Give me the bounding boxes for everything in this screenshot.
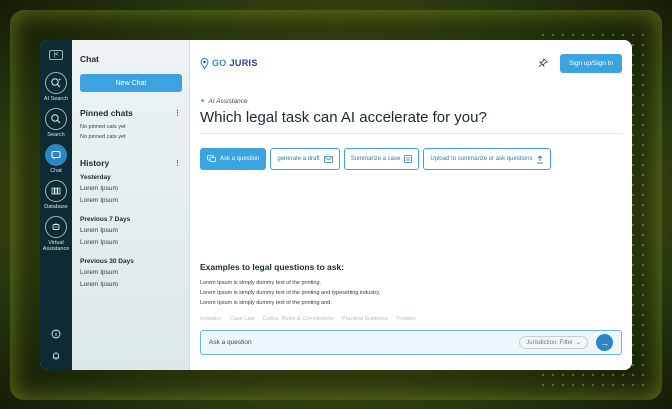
rail-label: Chat bbox=[50, 168, 62, 174]
rail-item-database[interactable]: Database bbox=[44, 180, 68, 210]
rail-label: Search bbox=[47, 132, 65, 138]
history-item[interactable]: Lorem Ipsum bbox=[80, 239, 181, 246]
history-item[interactable]: Lorem Ipsum bbox=[80, 281, 181, 288]
rail-label: Database bbox=[44, 204, 68, 210]
history-group-label: Previous 7 Days bbox=[80, 216, 131, 223]
page-title: Which legal task can AI accelerate for y… bbox=[200, 109, 487, 126]
rail-bottom bbox=[50, 328, 62, 362]
history-item[interactable]: Lorem Ipsum bbox=[80, 185, 181, 192]
pinned-title: Pinned chats bbox=[80, 108, 133, 118]
rail-item-ai-search[interactable]: ✦ AI Search bbox=[44, 72, 68, 102]
info-icon[interactable] bbox=[50, 328, 62, 340]
task-label: generate a draft bbox=[277, 156, 320, 162]
pin-icon[interactable] bbox=[538, 58, 548, 70]
example-question[interactable]: Lorem Ipsum is simply dummy text of the … bbox=[200, 290, 380, 296]
collapse-toggle-icon[interactable]: |< bbox=[49, 50, 63, 60]
signup-signin-button[interactable]: Sign up/Sign In bbox=[560, 54, 622, 73]
example-question[interactable]: Lorem Ipsum is simply dummy text of the … bbox=[200, 280, 380, 286]
rail-item-chat[interactable]: Chat bbox=[45, 144, 67, 174]
pinned-header: Pinned chats ⋮ bbox=[80, 108, 181, 118]
example-question[interactable]: Lorem Ipsum is simply dummy text of the … bbox=[200, 300, 380, 306]
ai-search-icon: ✦ bbox=[45, 72, 67, 94]
history-header: History ⋮ bbox=[80, 158, 181, 168]
search-icon bbox=[45, 108, 67, 130]
includes-item: Case Law bbox=[230, 316, 255, 322]
ai-assistance-tag: ✦ AI Assistance bbox=[200, 97, 248, 106]
jurisdiction-filter-dropdown[interactable]: Jurisdiction: Filter ⌄ bbox=[519, 336, 588, 349]
includes-item: Codes, Rules & Constitutions bbox=[262, 316, 335, 322]
history-group-label: Previous 30 Days bbox=[80, 258, 134, 265]
history-group-label: Yesterday bbox=[80, 174, 111, 181]
examples-title: Examples to legal questions to ask: bbox=[200, 262, 345, 272]
history-title: History bbox=[80, 158, 110, 168]
task-label: Summarize a case bbox=[350, 156, 401, 162]
rail-label: AI Search bbox=[43, 96, 69, 102]
includes-row: Includes: Case Law Codes, Rules & Consti… bbox=[200, 316, 416, 322]
upload-button[interactable]: Upload to summarize or ask questions bbox=[423, 148, 552, 170]
rail-item-search[interactable]: Search bbox=[45, 108, 67, 138]
rail-item-virtual-assistance[interactable]: Virtual Assistance bbox=[40, 216, 72, 252]
includes-label: Includes: bbox=[200, 316, 223, 322]
send-button[interactable]: → bbox=[596, 334, 613, 351]
logo[interactable]: GO JURIS bbox=[200, 57, 258, 69]
sidebar-title: Chat bbox=[80, 54, 99, 64]
pinned-empty-text: No pinned cats yet bbox=[80, 134, 126, 140]
generate-draft-button[interactable]: generate a draft bbox=[270, 148, 340, 170]
sparkle-icon: ✦ bbox=[200, 98, 206, 105]
summarize-case-button[interactable]: Summarize a case bbox=[343, 148, 420, 170]
database-icon bbox=[44, 180, 67, 202]
includes-item: Treaties bbox=[396, 316, 416, 322]
history-item[interactable]: Lorem Ipsum bbox=[80, 269, 181, 276]
more-options-icon[interactable]: ⋮ bbox=[174, 109, 181, 117]
app-window: |< ✦ AI Search Search Chat Database Virt… bbox=[40, 40, 632, 370]
examples-section: Examples to legal questions to ask: Lore… bbox=[200, 262, 380, 310]
envelope-icon bbox=[323, 155, 333, 163]
ask-bar: Ask a question Jurisdiction: Filter ⌄ → bbox=[200, 330, 622, 355]
ask-question-button[interactable]: Ask a question bbox=[200, 148, 267, 170]
nav-rail: |< ✦ AI Search Search Chat Database Virt… bbox=[40, 40, 72, 370]
logo-juris: JURIS bbox=[229, 58, 258, 68]
svg-text:✦: ✦ bbox=[58, 77, 62, 82]
ask-question-input[interactable]: Ask a question bbox=[209, 339, 519, 346]
top-bar: GO JURIS Sign up/Sign In bbox=[190, 40, 632, 86]
more-options-icon[interactable]: ⋮ bbox=[174, 159, 181, 167]
virtual-assistance-icon bbox=[45, 216, 67, 238]
history-item[interactable]: Lorem Ipsum bbox=[80, 227, 181, 234]
bell-icon[interactable] bbox=[50, 350, 62, 362]
logo-go: GO bbox=[212, 58, 227, 68]
arrow-right-icon: → bbox=[600, 337, 609, 348]
chat-sidebar: Chat New Chat Pinned chats ⋮ No pinned c… bbox=[72, 40, 190, 370]
chat-icon bbox=[45, 144, 67, 166]
rail-label: Virtual Assistance bbox=[42, 240, 70, 252]
new-chat-button[interactable]: New Chat bbox=[80, 74, 182, 92]
main-panel: GO JURIS Sign up/Sign In ✦ AI Assistance … bbox=[190, 40, 632, 370]
logo-pin-icon bbox=[200, 57, 209, 69]
jurisdiction-label: Jurisdiction: Filter bbox=[526, 339, 573, 346]
includes-item: Practical Guidance bbox=[342, 316, 389, 322]
task-label: Ask a question bbox=[220, 156, 260, 162]
history-item[interactable]: Lorem Ipsum bbox=[80, 197, 181, 204]
upload-icon bbox=[537, 154, 544, 163]
task-buttons: Ask a question generate a draft Summariz… bbox=[200, 148, 552, 170]
pinned-empty-text: No pinned cats yet bbox=[80, 124, 126, 130]
task-label: Upload to summarize or ask questions bbox=[430, 156, 533, 162]
ai-assistance-label: AI Assistance bbox=[208, 97, 248, 105]
chevron-down-icon: ⌄ bbox=[575, 340, 581, 346]
document-icon bbox=[404, 155, 413, 163]
chat-bubble-icon bbox=[207, 155, 216, 162]
divider bbox=[200, 133, 622, 134]
